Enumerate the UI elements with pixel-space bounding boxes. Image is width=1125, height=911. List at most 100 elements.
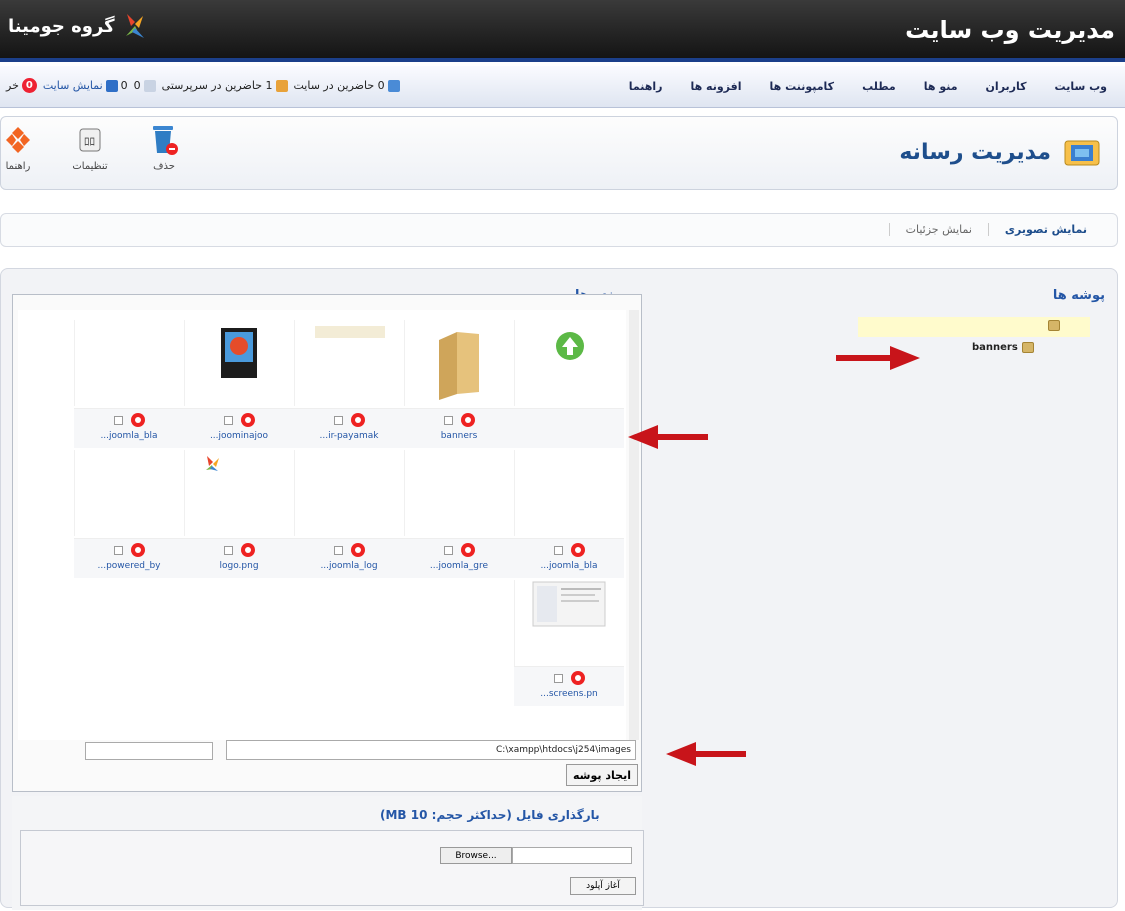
file-thumb-powered-by[interactable] — [74, 450, 184, 536]
brand[interactable]: گروه جومینا — [8, 12, 147, 40]
folder-name-input[interactable] — [85, 742, 213, 760]
menu-item-users[interactable]: کاربران — [972, 80, 1041, 93]
menu-bar: وب سایت کاربران منو ها مطلب کامپوننت ها … — [0, 66, 1125, 108]
file-name[interactable]: ...screens.pn — [514, 689, 624, 699]
select-checkbox[interactable] — [554, 673, 563, 683]
tab-thumbnail-view[interactable]: نمایش تصویری — [987, 223, 1103, 236]
delete-icon[interactable] — [571, 671, 585, 685]
delete-icon[interactable] — [241, 413, 255, 427]
file-name[interactable]: banners — [404, 431, 514, 441]
file-name[interactable]: ...joomla_gre — [404, 561, 514, 571]
tab-detail-view[interactable]: نمایش جزئیات — [888, 223, 988, 236]
file-thumb-joomla-gre[interactable] — [404, 450, 514, 536]
annotation-arrow-right-icon — [836, 346, 920, 370]
image-thumbnail — [95, 326, 165, 338]
image-thumbnail — [315, 326, 385, 338]
menu-item-content[interactable]: مطلب — [848, 80, 910, 93]
select-checkbox[interactable] — [224, 545, 233, 555]
file-name[interactable]: ...ir-payamak — [294, 431, 404, 441]
image-thumbnail — [425, 456, 495, 468]
up-folder-icon — [556, 332, 584, 360]
page-title: مدیریت رسانه — [899, 139, 1051, 165]
file-thumb-logo[interactable] — [184, 450, 294, 536]
create-folder-button[interactable]: ایجاد پوشه — [566, 764, 638, 786]
annotation-arrow-left-icon — [666, 742, 746, 766]
help-lifebuoy-icon — [2, 123, 34, 157]
file-actions: logo.png — [184, 538, 294, 578]
site-title: مدیریت وب سایت — [905, 16, 1115, 44]
users-icon — [387, 79, 400, 92]
file-thumb-joomla-bla-1[interactable] — [74, 320, 184, 406]
online-site-status: 0 حاضرین در سایت — [294, 79, 400, 92]
file-thumb-screens[interactable] — [514, 580, 624, 666]
start-upload-button[interactable]: آغاز آپلود — [570, 877, 636, 895]
file-actions: ...screens.pn — [514, 666, 624, 706]
file-grid-scrollbar[interactable] — [629, 310, 639, 740]
file-path-input[interactable] — [512, 847, 632, 864]
admin-users-icon — [275, 79, 288, 92]
select-checkbox[interactable] — [114, 415, 123, 425]
file-name[interactable]: ...joomla_bla — [74, 431, 184, 441]
logout-badge: 0 — [21, 78, 37, 93]
folder-tree-item-banners[interactable]: banners — [972, 342, 1034, 353]
file-thumb-up[interactable] — [514, 320, 624, 406]
delete-icon[interactable] — [351, 413, 365, 427]
file-actions: ...ir-payamak — [294, 408, 404, 448]
browse-button[interactable]: Browse... — [440, 847, 512, 864]
select-checkbox[interactable] — [444, 545, 453, 555]
menu-item-components[interactable]: کامپوننت ها — [756, 80, 849, 93]
screenshot-thumbnail — [532, 581, 606, 627]
select-checkbox[interactable] — [554, 545, 563, 555]
annotation-arrow-left-icon — [628, 425, 708, 449]
messages-status[interactable]: 0 — [134, 79, 156, 92]
file-actions: banners — [404, 408, 514, 448]
view-site-link[interactable]: 0 نمایش سایت — [43, 79, 128, 92]
image-thumbnail — [315, 456, 385, 468]
file-name[interactable]: logo.png — [184, 561, 294, 571]
menu-item-menus[interactable]: منو ها — [910, 80, 972, 93]
file-name[interactable]: ...joomla_bla — [514, 561, 624, 571]
upload-title: بارگذاری فایل (حداکثر حجم: 10 MB) — [380, 808, 600, 822]
folder-path-input[interactable] — [226, 740, 636, 760]
file-thumb-joomla-log[interactable] — [294, 450, 404, 536]
delete-icon[interactable] — [461, 543, 475, 557]
file-thumb-joomla-bla-2[interactable] — [514, 450, 624, 536]
delete-icon[interactable] — [131, 543, 145, 557]
delete-icon[interactable] — [131, 413, 145, 427]
brand-label: گروه جومینا — [8, 15, 115, 37]
select-checkbox[interactable] — [114, 545, 123, 555]
image-thumbnail — [95, 456, 165, 468]
view-tabs: نمایش تصویری نمایش جزئیات — [888, 223, 1103, 236]
delete-button[interactable]: حذف — [137, 123, 191, 172]
trash-icon — [148, 123, 180, 157]
select-checkbox[interactable] — [444, 415, 453, 425]
file-thumb-ir-payamak[interactable] — [294, 320, 404, 406]
file-name[interactable]: ...powered_by — [74, 561, 184, 571]
file-name[interactable]: ...joomla_log — [294, 561, 404, 571]
menu-item-help[interactable]: راهنما — [615, 80, 677, 93]
svg-text:ﾛﾛ: ﾛﾛ — [84, 135, 95, 148]
file-actions — [514, 408, 624, 448]
delete-icon[interactable] — [571, 543, 585, 557]
delete-icon[interactable] — [461, 413, 475, 427]
menu-item-extensions[interactable]: افزونه ها — [676, 80, 755, 93]
file-name[interactable]: ...joominajoo — [184, 431, 294, 441]
file-thumb-joominajoo[interactable] — [184, 320, 294, 406]
delete-icon[interactable] — [241, 543, 255, 557]
logout-link[interactable]: 0 خر — [6, 78, 37, 93]
menu-item-site[interactable]: وب سایت — [1041, 80, 1121, 93]
folder-tree-root[interactable] — [1048, 320, 1060, 334]
file-actions: ...powered_by — [74, 538, 184, 578]
joomla-logo-icon — [123, 12, 147, 40]
settings-button[interactable]: ﾛﾛ تنظیمات — [63, 123, 117, 172]
help-button[interactable]: راهنما — [0, 123, 45, 172]
select-checkbox[interactable] — [334, 545, 343, 555]
select-checkbox[interactable] — [334, 415, 343, 425]
select-checkbox[interactable] — [224, 415, 233, 425]
view-mode-bar: نمایش تصویری نمایش جزئیات — [0, 213, 1118, 247]
app-header: گروه جومینا مدیریت وب سایت — [0, 0, 1125, 62]
media-manager-icon — [1061, 135, 1105, 169]
status-bar: 0 حاضرین در سایت 1 حاضرین در سرپرستی 0 0… — [6, 78, 400, 93]
delete-icon[interactable] — [351, 543, 365, 557]
file-thumb-banners[interactable] — [404, 320, 514, 406]
